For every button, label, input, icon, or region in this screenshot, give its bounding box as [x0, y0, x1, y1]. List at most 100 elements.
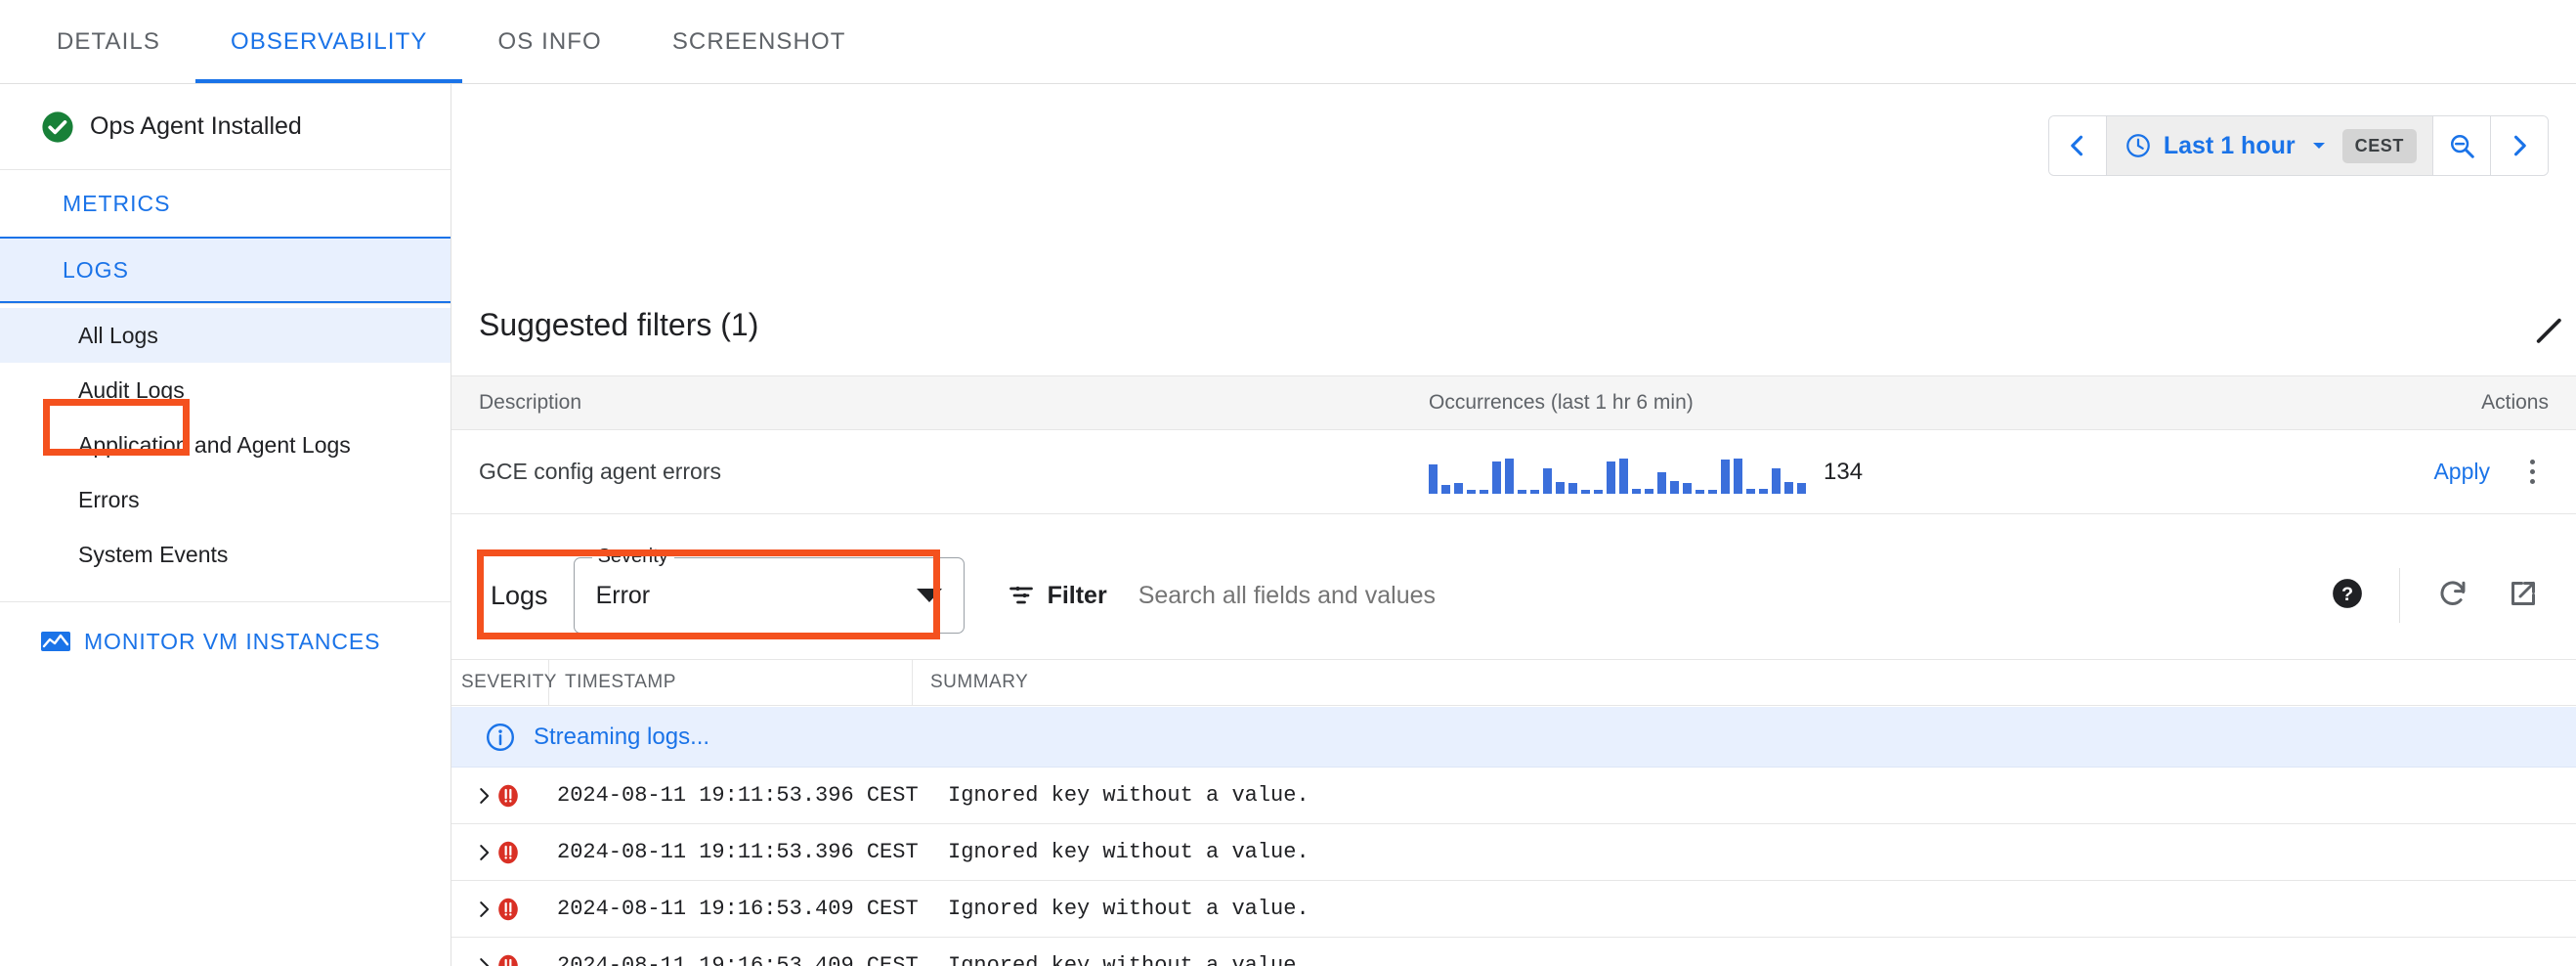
severity-legend: Severity	[592, 546, 674, 568]
suggested-filter-row[interactable]: GCE config agent errors 134 Apply	[451, 430, 2576, 514]
sidebar-item-all-logs[interactable]: All Logs	[0, 308, 451, 363]
severity-error-icon	[494, 952, 539, 966]
sidebar-item-audit-logs[interactable]: Audit Logs	[0, 363, 451, 417]
log-row[interactable]: 2024-08-11 19:11:53.396 CESTIgnored key …	[451, 824, 2576, 881]
expand-row-icon[interactable]	[451, 784, 494, 808]
apply-button[interactable]: Apply	[2433, 459, 2490, 485]
log-row-list: 2024-08-11 19:11:53.396 CESTIgnored key …	[451, 768, 2576, 966]
sparkline-bar	[1683, 483, 1692, 494]
tab-screenshot[interactable]: SCREENSHOT	[637, 0, 881, 84]
log-timestamp: 2024-08-11 19:11:53.396 CEST	[539, 783, 944, 808]
log-timestamp: 2024-08-11 19:11:53.396 CEST	[539, 840, 944, 864]
open-in-new-button[interactable]	[2506, 576, 2541, 616]
sparkline-bar	[1454, 483, 1463, 494]
time-range-selector[interactable]: Last 1 hour CEST	[2107, 116, 2432, 175]
log-timestamp: 2024-08-11 19:16:53.409 CEST	[539, 897, 944, 921]
time-range-label: Last 1 hour	[2164, 132, 2296, 160]
sparkline-bar	[1721, 460, 1730, 494]
sparkline-bar	[1543, 468, 1552, 494]
sparkline-bar	[1632, 489, 1641, 494]
tab-bar: DETAILS OBSERVABILITY OS INFO SCREENSHOT	[0, 0, 2576, 84]
zoom-out-button[interactable]	[2433, 116, 2490, 175]
sparkline-bar	[1670, 481, 1679, 494]
time-range-toolbar: Last 1 hour CEST	[2048, 115, 2549, 176]
sparkline-bar	[1568, 483, 1577, 494]
dropdown-arrow-icon	[917, 589, 942, 602]
severity-value: Error	[596, 582, 651, 610]
sparkline-bar	[1746, 489, 1755, 494]
sparkline-bar	[1429, 464, 1438, 494]
sidebar-item-errors[interactable]: Errors	[0, 472, 451, 527]
sidebar-section-logs[interactable]: LOGS	[0, 237, 451, 303]
log-summary: Ignored key without a value.	[944, 953, 2576, 966]
log-table-header: SEVERITY TIMESTAMP SUMMARY	[451, 659, 2576, 706]
main-panel: Last 1 hour CEST	[451, 84, 2576, 966]
logs-toolbar-icons: ?	[2331, 568, 2576, 623]
monitor-vm-instances-link[interactable]: MONITOR VM INSTANCES	[0, 602, 451, 681]
open-in-new-icon	[2506, 576, 2541, 611]
suggested-filters-collapse-button[interactable]	[2533, 315, 2566, 353]
sparkline-bar	[1518, 490, 1526, 494]
chevron-right-icon	[2506, 132, 2533, 159]
sparkline-bar	[1556, 482, 1565, 494]
sidebar-section-metrics[interactable]: METRICS	[0, 170, 451, 237]
sparkline-bar	[1467, 490, 1476, 494]
tab-details[interactable]: DETAILS	[21, 0, 195, 84]
zoom-out-icon	[2447, 131, 2476, 160]
sparkline-bar	[1581, 490, 1590, 494]
sparkline-bar	[1645, 489, 1653, 494]
log-row[interactable]: 2024-08-11 19:16:53.409 CESTIgnored key …	[451, 938, 2576, 966]
sparkline-bar	[1734, 459, 1742, 494]
sparkline-bar	[1530, 490, 1539, 494]
sidebar-item-application-and-agent-logs[interactable]: Application and Agent Logs	[0, 417, 451, 472]
streaming-logs-text: Streaming logs...	[534, 724, 709, 751]
content-area: Ops Agent Installed METRICS LOGS All Log…	[0, 84, 2576, 966]
log-row[interactable]: 2024-08-11 19:16:53.409 CESTIgnored key …	[451, 881, 2576, 938]
log-summary: Ignored key without a value.	[944, 897, 2576, 921]
sparkline-bar	[1480, 490, 1488, 494]
more-options-icon[interactable]	[2515, 460, 2549, 484]
monitor-vm-instances-label: MONITOR VM INSTANCES	[84, 629, 380, 655]
refresh-icon	[2435, 576, 2470, 611]
svg-text:?: ?	[2341, 584, 2353, 605]
tab-observability[interactable]: OBSERVABILITY	[195, 0, 462, 84]
occurrences-count: 134	[1824, 459, 1863, 486]
sidebar-item-system-events[interactable]: System Events	[0, 527, 451, 582]
refresh-button[interactable]	[2435, 576, 2470, 616]
log-summary: Ignored key without a value.	[944, 783, 2576, 808]
timezone-chip[interactable]: CEST	[2342, 129, 2417, 163]
sparkline-bar	[1619, 459, 1628, 494]
tab-os-info[interactable]: OS INFO	[462, 0, 636, 84]
suggested-filter-actions: Apply	[2211, 459, 2576, 485]
time-range-next-button[interactable]	[2491, 116, 2548, 175]
help-icon: ?	[2331, 577, 2364, 610]
filter-label: Filter	[1048, 582, 1107, 610]
suggested-filter-description: GCE config agent errors	[451, 459, 1429, 485]
sparkline-bar	[1759, 489, 1768, 494]
column-header-description: Description	[451, 391, 1429, 415]
check-circle-icon	[41, 110, 74, 144]
severity-select[interactable]: Severity Error	[574, 557, 965, 634]
sidebar-sub-list: All Logs Audit Logs Application and Agen…	[0, 303, 451, 582]
sparkline-bar	[1772, 468, 1781, 494]
help-button[interactable]: ?	[2331, 577, 2364, 615]
expand-row-icon[interactable]	[451, 898, 494, 921]
expand-row-icon[interactable]	[451, 954, 494, 966]
sparkline-bar	[1797, 483, 1806, 494]
sparkline-bar	[1657, 472, 1666, 494]
filter-button[interactable]: Filter	[1008, 582, 1107, 610]
chevron-up-icon	[2533, 315, 2566, 348]
sparkline-bar	[1607, 461, 1615, 494]
sparkline-bar	[1594, 490, 1603, 494]
time-range-previous-button[interactable]	[2049, 116, 2106, 175]
occurrences-sparkline	[1429, 451, 1806, 494]
chevron-down-icon	[2307, 134, 2331, 157]
sparkline-bar	[1492, 461, 1501, 494]
log-timestamp: 2024-08-11 19:16:53.409 CEST	[539, 953, 944, 966]
sparkline-bar	[1505, 459, 1514, 494]
log-row[interactable]: 2024-08-11 19:11:53.396 CESTIgnored key …	[451, 768, 2576, 824]
search-input[interactable]	[1138, 582, 2331, 610]
expand-row-icon[interactable]	[451, 841, 494, 864]
clock-icon	[2125, 132, 2152, 159]
severity-error-icon	[494, 782, 539, 810]
